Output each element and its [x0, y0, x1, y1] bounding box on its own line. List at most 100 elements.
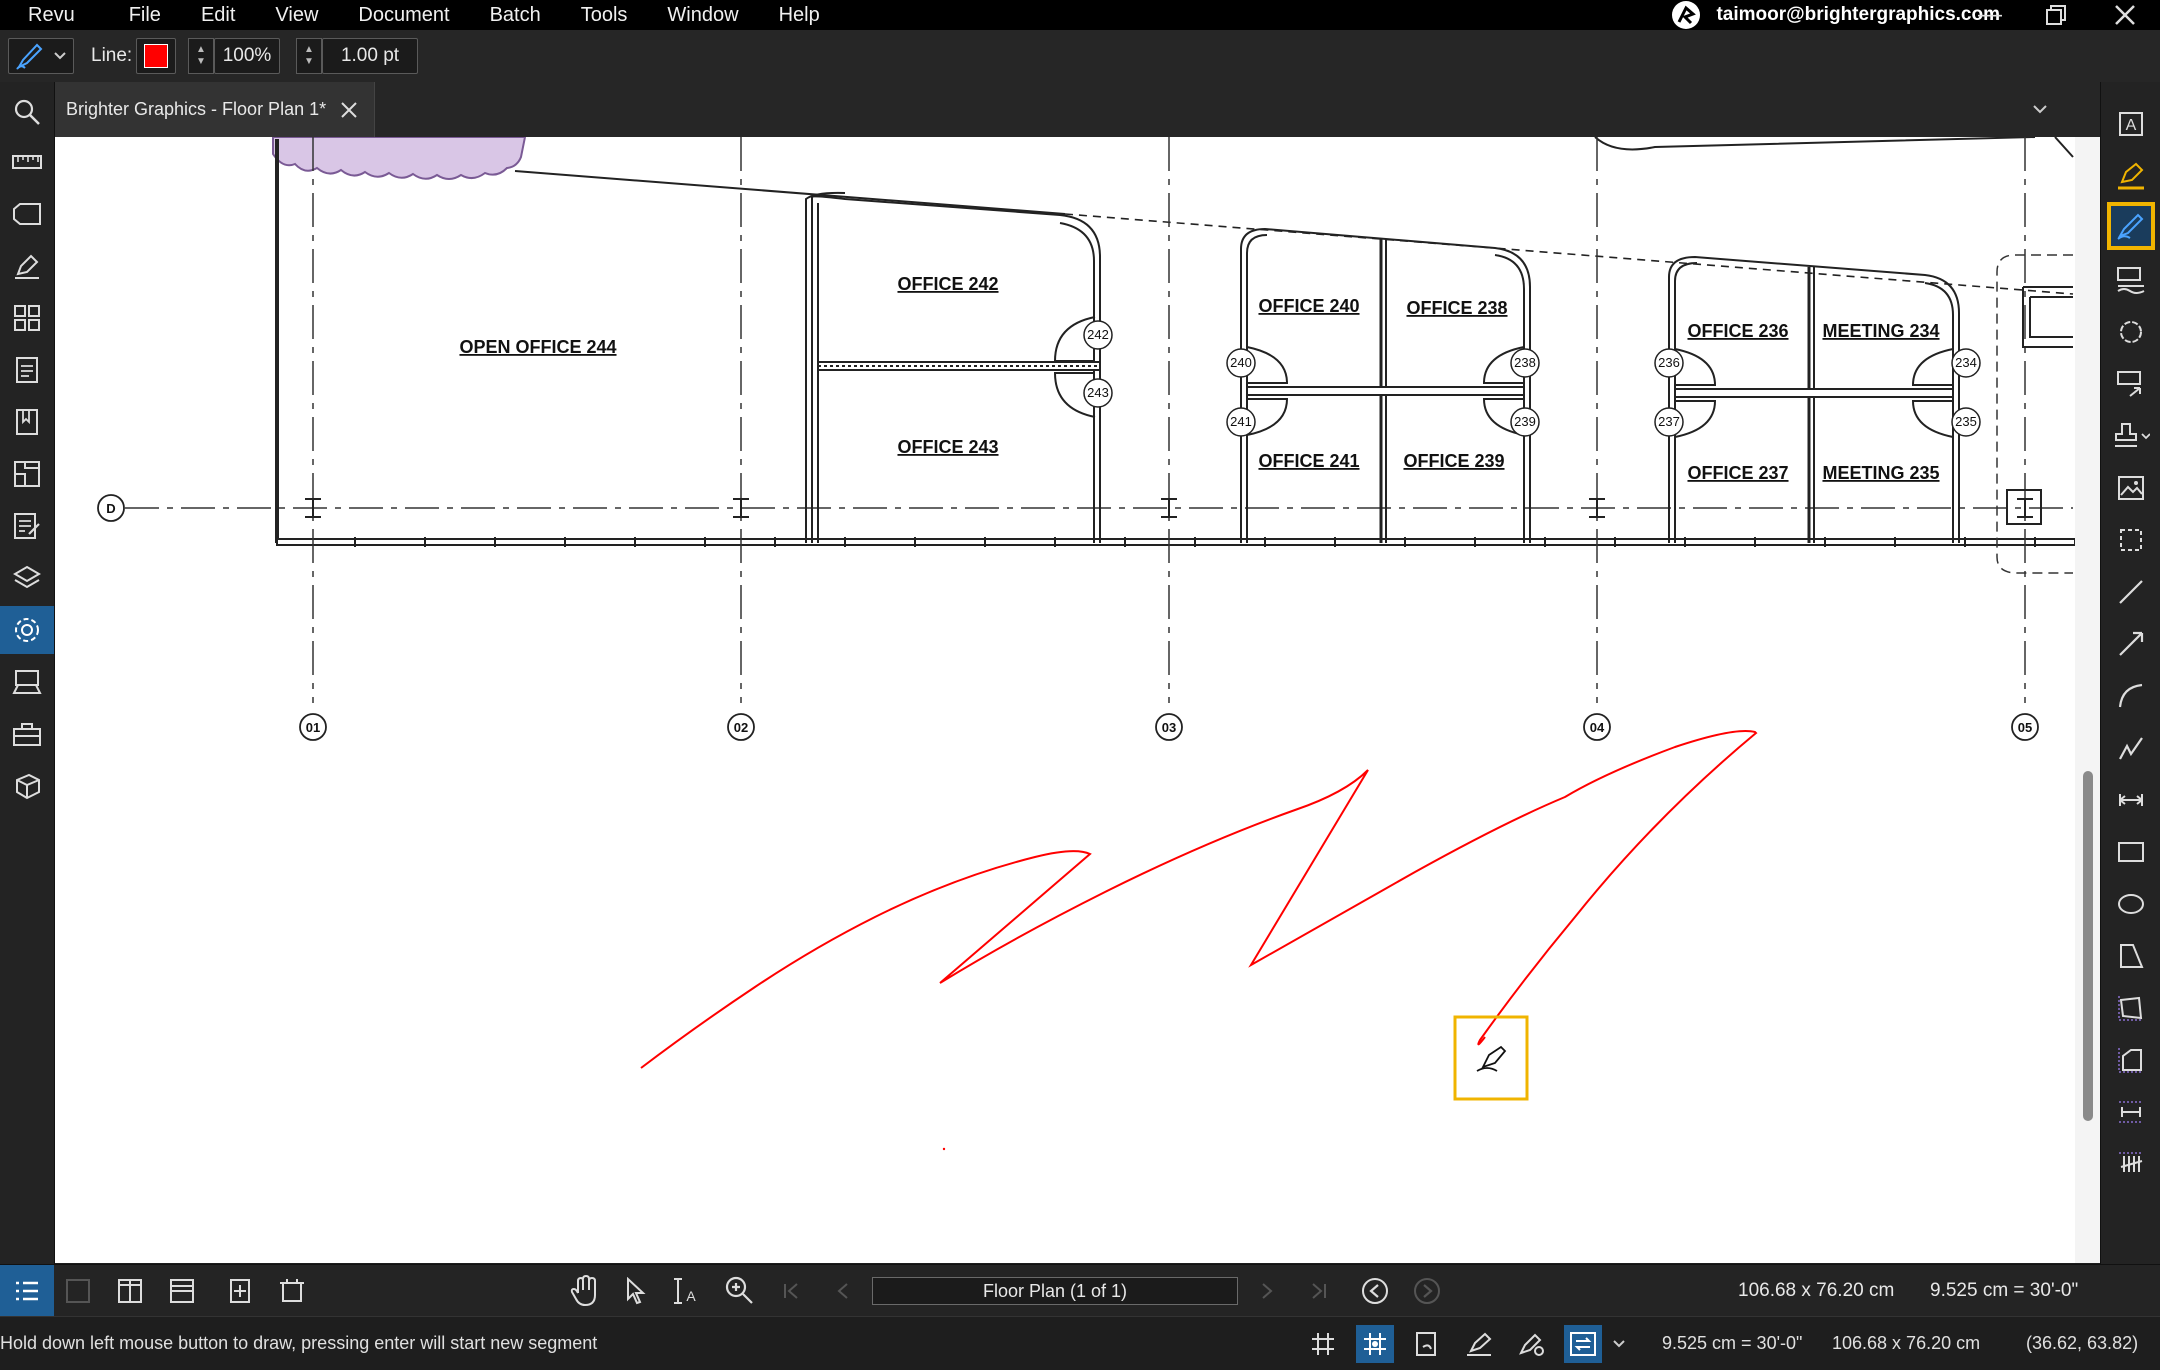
spaces-icon	[14, 461, 40, 487]
thumbnails-panel-button[interactable]	[0, 294, 54, 342]
tool-selector-dropdown[interactable]	[8, 38, 74, 74]
compare-documents-icon[interactable]	[278, 1277, 306, 1305]
tags-panel-button[interactable]	[0, 190, 54, 238]
last-page-icon[interactable]	[1310, 1282, 1328, 1300]
bluebeam-logo-icon	[1672, 1, 1701, 29]
snap-grid-icon	[1364, 1333, 1386, 1355]
vertical-scrollbar[interactable]	[2075, 137, 2100, 1263]
dimension-tool[interactable]	[2107, 776, 2155, 824]
cloud-tool[interactable]	[2107, 308, 2155, 356]
page-navigation-field[interactable]: Floor Plan (1 of 1)	[872, 1277, 1238, 1305]
vertical-scroll-thumb[interactable]	[2083, 771, 2093, 1121]
toolchest-panel-button[interactable]	[0, 710, 54, 758]
menu-tools[interactable]: Tools	[561, 0, 648, 30]
menu-file[interactable]: File	[109, 0, 181, 30]
menu-help[interactable]: Help	[759, 0, 840, 30]
select-text-icon[interactable]: A	[672, 1277, 700, 1305]
pen-markup-stroke[interactable]	[640, 730, 1758, 1069]
top-right-structure	[1594, 137, 2074, 158]
previous-view-icon[interactable]	[1360, 1276, 1390, 1306]
pan-hand-icon[interactable]	[570, 1275, 600, 1307]
polyline-tool[interactable]	[2107, 724, 2155, 772]
split-vertical-icon[interactable]	[116, 1277, 144, 1305]
menu-view[interactable]: View	[255, 0, 338, 30]
grid-toggle[interactable]	[1304, 1325, 1342, 1363]
menu-revu[interactable]: Revu	[0, 0, 109, 30]
file-access-panel-button[interactable]	[0, 346, 54, 394]
chevron-down-icon: ▼	[196, 56, 206, 67]
snap-to-grid-toggle[interactable]	[1356, 1325, 1394, 1363]
ellipse-tool[interactable]	[2107, 880, 2155, 928]
arc-tool[interactable]	[2107, 672, 2155, 720]
drawing-canvas[interactable]: 242 243 240 241 238 239 236 237 234 235 …	[55, 137, 2075, 1263]
polygon-tool[interactable]	[2107, 932, 2155, 980]
reuse-markup-toggle[interactable]	[1512, 1325, 1550, 1363]
sync-icon	[1570, 1332, 1596, 1356]
perimeter-measure-tool[interactable]	[2107, 1036, 2155, 1084]
line-color-button[interactable]	[136, 38, 176, 74]
pen-tool[interactable]	[2107, 202, 2155, 250]
callout-arrow-tool[interactable]	[2107, 360, 2155, 408]
close-tab-icon[interactable]	[340, 101, 358, 119]
snapshot-tool[interactable]	[2107, 516, 2155, 564]
restore-button[interactable]	[2026, 0, 2086, 30]
menu-document[interactable]: Document	[338, 0, 469, 30]
image-tool[interactable]	[2107, 464, 2155, 512]
area-measure-tool[interactable]	[2107, 984, 2155, 1032]
door-tag-240: 240	[1230, 355, 1252, 370]
zoom-icon[interactable]	[724, 1275, 754, 1305]
floor-plan-drawing: 242 243 240 241 238 239 236 237 234 235 …	[97, 137, 2075, 1151]
sync-views-icon[interactable]	[226, 1277, 254, 1305]
chevron-down-icon: ▼	[304, 56, 314, 67]
line-tool[interactable]	[2107, 568, 2155, 616]
callout-icon	[2117, 267, 2145, 294]
3d-panel-button[interactable]	[0, 762, 54, 810]
length-measure-tool[interactable]	[2107, 1088, 2155, 1136]
markups-panel-button[interactable]	[0, 242, 54, 290]
bookmarks-panel-button[interactable]	[0, 398, 54, 446]
document-tab[interactable]: Brighter Graphics - Floor Plan 1*	[55, 82, 375, 137]
cloud-markup[interactable]	[272, 137, 527, 180]
layers-panel-button[interactable]	[0, 554, 54, 602]
search-panel-button[interactable]	[0, 88, 54, 136]
split-horizontal-icon[interactable]	[168, 1277, 196, 1305]
stamp-tool[interactable]	[2107, 412, 2155, 460]
thickness-stepper[interactable]: ▲ ▼	[296, 38, 322, 74]
thickness-field[interactable]: 1.00 pt	[322, 38, 418, 74]
text-box-tool[interactable]: A	[2107, 100, 2155, 148]
properties-panel-button[interactable]	[0, 606, 54, 654]
status-options-chevron-icon[interactable]	[1612, 1339, 1626, 1349]
snap-to-markup-toggle[interactable]	[1460, 1325, 1498, 1363]
menu-window[interactable]: Window	[647, 0, 758, 30]
count-measure-tool[interactable]	[2107, 1140, 2155, 1188]
snap-to-content-toggle[interactable]	[1408, 1325, 1446, 1363]
arrow-tool[interactable]	[2107, 620, 2155, 668]
panel-list-button[interactable]	[0, 1265, 54, 1317]
measurements-panel-button[interactable]	[0, 138, 54, 186]
ruler-icon	[12, 155, 42, 169]
callout-tool[interactable]	[2107, 256, 2155, 304]
grid-bubble-05: 05	[2018, 720, 2032, 735]
first-page-icon[interactable]	[782, 1282, 800, 1300]
select-arrow-icon[interactable]	[624, 1277, 648, 1305]
close-window-button[interactable]	[2095, 0, 2155, 30]
minimize-button[interactable]: —	[1960, 0, 2020, 30]
menu-batch[interactable]: Batch	[470, 0, 561, 30]
next-view-icon[interactable]	[1412, 1276, 1442, 1306]
grid-bubble-03: 03	[1162, 720, 1176, 735]
rectangle-tool[interactable]	[2107, 828, 2155, 876]
previous-page-icon[interactable]	[834, 1282, 852, 1300]
tab-list-chevron-icon[interactable]	[2032, 103, 2048, 115]
spaces-panel-button[interactable]	[0, 450, 54, 498]
single-page-icon[interactable]	[64, 1277, 92, 1305]
opacity-stepper[interactable]: ▲ ▼	[188, 38, 214, 74]
studio-panel-button[interactable]	[0, 658, 54, 706]
next-page-icon[interactable]	[1258, 1282, 1276, 1300]
highlight-tool[interactable]	[2107, 152, 2155, 200]
forms-panel-button[interactable]	[0, 502, 54, 550]
opacity-field[interactable]: 100%	[214, 38, 280, 74]
menu-edit[interactable]: Edit	[181, 0, 255, 30]
account-area[interactable]: taimoor@brightergraphics.com	[1670, 0, 2000, 30]
door-tag-238: 238	[1514, 355, 1536, 370]
sync-toggle[interactable]	[1564, 1325, 1602, 1363]
